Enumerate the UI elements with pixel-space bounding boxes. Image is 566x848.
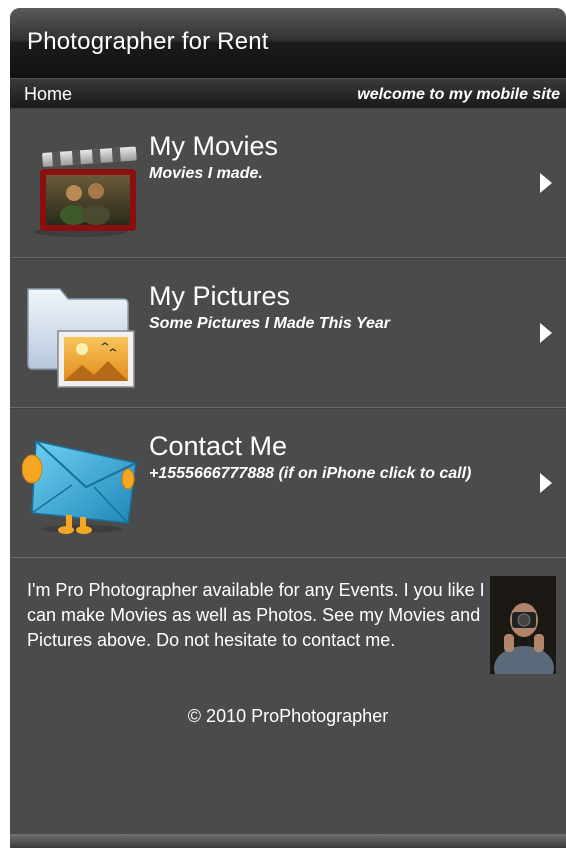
menu-item-subtitle: +1555666777888 (if on iPhone click to ca…	[149, 465, 472, 482]
menu-list: My Movies Movies I made. My Pictures Som…	[10, 108, 566, 558]
copyright-text: © 2010 ProPhotographer	[187, 706, 389, 726]
page-title: Photographer for Rent	[27, 28, 269, 55]
app-frame: Photographer for Rent Home welcome to my…	[10, 8, 566, 848]
chevron-right-icon	[540, 323, 552, 343]
chevron-right-icon	[540, 473, 552, 493]
photographer-photo	[490, 576, 556, 674]
nav-bar: Home welcome to my mobile site	[10, 78, 566, 108]
menu-item-my-pictures[interactable]: My Pictures Some Pictures I Made This Ye…	[10, 258, 566, 408]
chevron-right-icon	[540, 173, 552, 193]
menu-item-label: Contact Me	[149, 431, 288, 461]
envelope-icon	[21, 429, 140, 539]
menu-item-contact-me[interactable]: Contact Me +1555666777888 (if on iPhone …	[10, 408, 566, 558]
menu-item-label: My Movies	[149, 131, 279, 161]
movie-clapper-icon	[22, 129, 140, 239]
title-bar: Photographer for Rent	[10, 8, 566, 78]
welcome-text: welcome to my mobile site	[357, 86, 560, 103]
menu-item-my-movies[interactable]: My Movies Movies I made.	[10, 108, 566, 258]
menu-item-subtitle: Movies I made.	[149, 165, 263, 182]
about-section: I'm Pro Photographer available for any E…	[10, 558, 566, 828]
home-link[interactable]: Home	[24, 84, 72, 105]
pictures-folder-icon	[22, 279, 140, 389]
footer-bar	[10, 834, 566, 848]
about-text: I'm Pro Photographer available for any E…	[27, 580, 485, 650]
menu-item-subtitle: Some Pictures I Made This Year	[149, 315, 390, 332]
menu-item-label: My Pictures	[149, 281, 291, 311]
